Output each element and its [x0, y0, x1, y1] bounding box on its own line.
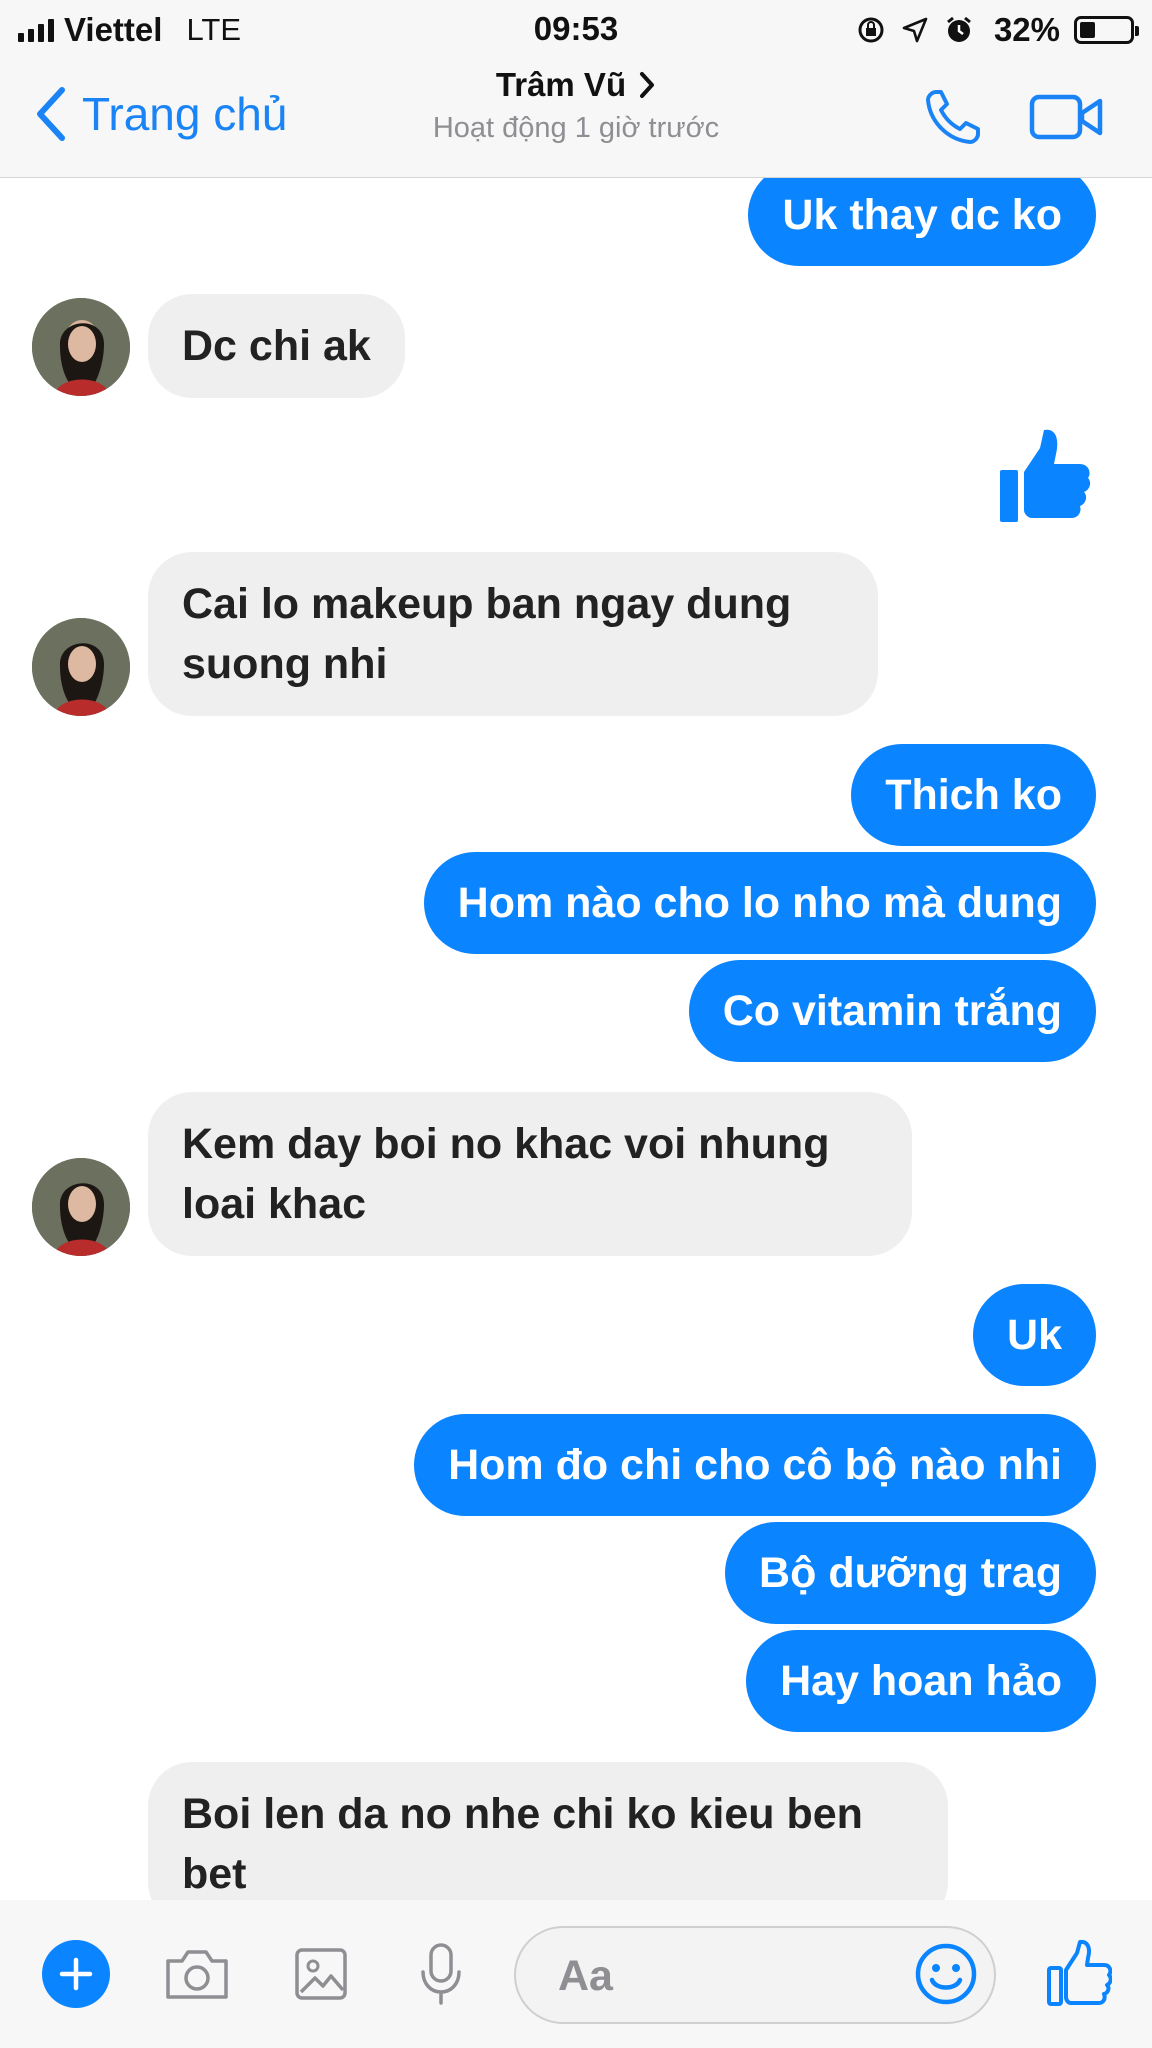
- thumbs-up-icon[interactable]: [996, 426, 1092, 526]
- camera-button[interactable]: [162, 1942, 232, 2006]
- outgoing-message[interactable]: Bộ dưỡng trag: [725, 1522, 1096, 1624]
- plus-icon: [59, 1957, 93, 1991]
- thumbs-up-icon[interactable]: [1046, 1938, 1112, 2008]
- outgoing-message[interactable]: Co vitamin trắng: [688, 960, 1096, 1062]
- outgoing-message[interactable]: Uk: [973, 1284, 1096, 1386]
- incoming-message[interactable]: Dc chi ak: [148, 294, 405, 398]
- video-icon[interactable]: [1028, 89, 1104, 145]
- call-actions: [922, 86, 1104, 148]
- battery-level-fill: [1080, 22, 1096, 38]
- incoming-message[interactable]: Boi len da no nhe chi ko kieu ben bet: [148, 1762, 948, 1900]
- chevron-right-icon: [640, 72, 655, 98]
- outgoing-message[interactable]: Hom nào cho lo nho mà dung: [423, 852, 1096, 954]
- message-input-placeholder: Aa: [558, 1952, 613, 2000]
- outgoing-message[interactable]: Thich ko: [851, 744, 1096, 846]
- orientation-lock-icon: [856, 15, 886, 45]
- avatar[interactable]: [32, 618, 130, 716]
- battery-icon: [1074, 16, 1139, 44]
- contact-name: Trâm Vũ: [495, 66, 627, 103]
- phone-icon[interactable]: [922, 86, 984, 148]
- more-actions-button[interactable]: [42, 1940, 110, 2008]
- composer-bar: Aa: [0, 1900, 1152, 2048]
- alarm-icon: [944, 15, 974, 45]
- message-list[interactable]: Uk thay dc ko Dc chi ak Cai lo makeup ba…: [0, 178, 1152, 1900]
- gallery-button[interactable]: [286, 1942, 356, 2006]
- conversation-header: Trang chủ Trâm Vũ Hoạt động 1 giờ trước: [0, 58, 1152, 178]
- voice-button[interactable]: [406, 1942, 476, 2006]
- message-input[interactable]: Aa: [514, 1926, 996, 2024]
- status-bar: Viettel LTE 09:53 32%: [0, 0, 1152, 58]
- status-right: 32%: [856, 10, 1139, 50]
- image-icon: [295, 1948, 347, 2000]
- location-icon: [900, 15, 930, 45]
- incoming-message[interactable]: Kem day boi no khac voi nhung loai khac: [148, 1092, 912, 1256]
- avatar[interactable]: [32, 1158, 130, 1256]
- incoming-message[interactable]: Cai lo makeup ban ngay dung suong nhi: [148, 552, 878, 716]
- emoji-icon[interactable]: [912, 1940, 980, 2008]
- contact-name-row[interactable]: Trâm Vũ: [496, 66, 656, 104]
- avatar[interactable]: [32, 298, 130, 396]
- microphone-icon: [421, 1943, 461, 2005]
- outgoing-message[interactable]: Uk thay dc ko: [748, 178, 1096, 266]
- outgoing-message[interactable]: Hay hoan hảo: [746, 1630, 1096, 1732]
- camera-icon: [166, 1950, 228, 1999]
- outgoing-message[interactable]: Hom đo chi cho cô bộ nào nhi: [414, 1414, 1096, 1516]
- battery-percent: 32%: [993, 11, 1060, 48]
